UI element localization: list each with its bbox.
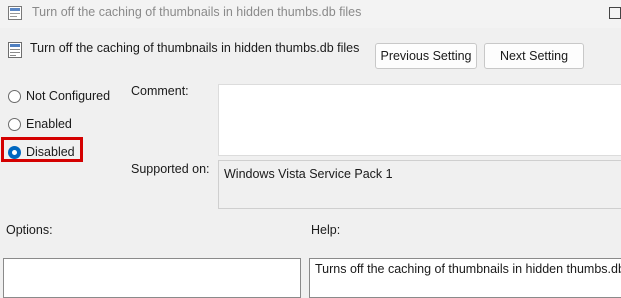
supported-on-value: Windows Vista Service Pack 1	[224, 167, 393, 181]
title-bar: Turn off the caching of thumbnails in hi…	[0, 0, 621, 28]
supported-on-field: Windows Vista Service Pack 1	[218, 160, 621, 209]
highlight-annotation	[1, 137, 83, 162]
help-pane[interactable]: Turns off the caching of thumbnails in h…	[309, 258, 621, 298]
options-label: Options:	[6, 223, 53, 237]
previous-setting-button[interactable]: Previous Setting	[375, 43, 477, 69]
radio-enabled[interactable]: Enabled	[8, 116, 72, 132]
radio-label: Not Configured	[26, 89, 111, 103]
supported-on-label: Supported on:	[131, 162, 210, 176]
help-label: Help:	[311, 223, 341, 237]
window-title: Turn off the caching of thumbnails in hi…	[32, 5, 362, 19]
maximize-icon[interactable]	[609, 7, 621, 19]
comment-label: Comment:	[131, 84, 189, 98]
setting-title: Turn off the caching of thumbnails in hi…	[30, 41, 360, 55]
radio-circle[interactable]	[8, 89, 21, 103]
options-pane[interactable]	[3, 258, 301, 298]
radio-label: Enabled	[26, 117, 72, 131]
radio-circle[interactable]	[8, 117, 21, 131]
radio-not-configured[interactable]: Not Configured	[8, 88, 110, 104]
help-text: Turns off the caching of thumbnails in h…	[315, 262, 621, 276]
policy-setting-icon	[8, 42, 22, 58]
policy-setting-icon	[8, 6, 22, 20]
comment-field[interactable]	[218, 84, 621, 156]
next-setting-button[interactable]: Next Setting	[484, 43, 584, 69]
